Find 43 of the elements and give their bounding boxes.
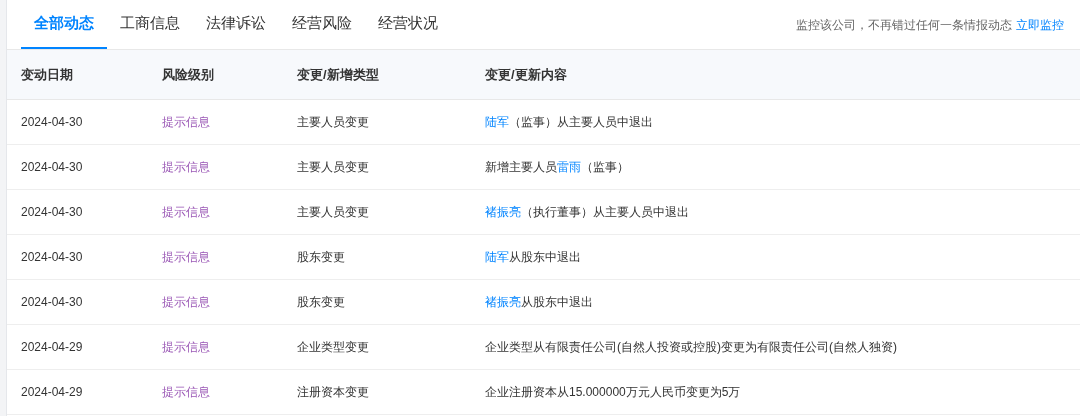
change-content: 新增主要人员雷雨（监事） xyxy=(485,159,630,176)
change-content: 陆军（监事）从主要人员中退出 xyxy=(485,114,654,131)
risk-level: 提示信息 xyxy=(162,339,211,356)
table-cell-text: 主要人员变更 xyxy=(297,114,370,131)
risk-level: 提示信息 xyxy=(162,294,211,311)
table-cell-text: 2024-04-30 xyxy=(21,159,84,176)
risk-level: 提示信息 xyxy=(162,384,211,401)
table-cell-text: 企业类型变更 xyxy=(297,339,370,356)
monitor-hint: 监控该公司，不再错过任何一条情报动态 xyxy=(796,16,1012,34)
change-content: 褚振亮从股东中退出 xyxy=(485,294,594,311)
table-cell-text: 2024-04-30 xyxy=(21,114,84,131)
table-cell-text: 2024-04-29 xyxy=(21,384,84,401)
change-content: 褚振亮（执行董事）从主要人员中退出 xyxy=(485,204,690,221)
table-cell-text: 主要人员变更 xyxy=(297,159,370,176)
risk-level: 提示信息 xyxy=(162,249,211,266)
change-content: 陆军从股东中退出 xyxy=(485,249,582,266)
risk-level: 提示信息 xyxy=(162,114,211,131)
column-header: 变动日期 xyxy=(21,65,74,84)
change-content: 企业注册资本从15.000000万元人民币变更为5万 xyxy=(485,384,742,401)
tab[interactable]: 工商信息 xyxy=(107,0,193,49)
table-cell-text: 股东变更 xyxy=(297,249,346,266)
risk-level: 提示信息 xyxy=(162,204,211,221)
table-cell-text: 2024-04-30 xyxy=(21,204,84,221)
column-header: 变更/更新内容 xyxy=(485,65,568,84)
table-cell-text: 注册资本变更 xyxy=(297,384,370,401)
risk-level: 提示信息 xyxy=(162,159,211,176)
table-cell-text: 股东变更 xyxy=(297,294,346,311)
table-cell-text: 主要人员变更 xyxy=(297,204,370,221)
column-header: 风险级别 xyxy=(162,65,215,84)
tab[interactable]: 经营状况 xyxy=(365,0,451,49)
person-link[interactable]: 陆军 xyxy=(485,250,509,264)
tab[interactable]: 法律诉讼 xyxy=(193,0,279,49)
person-link[interactable]: 雷雨 xyxy=(557,160,581,174)
person-link[interactable]: 褚振亮 xyxy=(485,205,521,219)
table-cell-text: 2024-04-30 xyxy=(21,249,84,266)
table-cell-text: 2024-04-30 xyxy=(21,294,84,311)
person-link[interactable]: 褚振亮 xyxy=(485,295,521,309)
column-header: 变更/新增类型 xyxy=(297,65,380,84)
tab[interactable]: 经营风险 xyxy=(279,0,365,49)
change-content: 企业类型从有限责任公司(自然人投资或控股)变更为有限责任公司(自然人独资) xyxy=(485,339,898,356)
table-cell-text: 2024-04-29 xyxy=(21,339,84,356)
monitor-link[interactable]: 立即监控 xyxy=(1016,15,1064,34)
person-link[interactable]: 陆军 xyxy=(485,115,509,129)
